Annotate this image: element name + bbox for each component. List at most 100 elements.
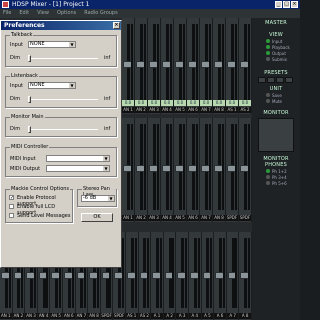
playback-channel-label: AN 7 bbox=[200, 215, 212, 221]
output-channel-label: AN 1 bbox=[0, 313, 12, 319]
slider-thumb[interactable] bbox=[28, 55, 31, 62]
input-channel-label: AN 2 bbox=[135, 107, 147, 113]
output-channel-label: AN 3 bbox=[25, 313, 37, 319]
talkback-group: Talkback Input NONE ▼ Dim inf bbox=[5, 32, 117, 67]
midi-controller-label: MIDI Controller bbox=[10, 144, 50, 150]
level-meter bbox=[157, 24, 159, 102]
output-channel-label: AN 7 bbox=[75, 313, 88, 319]
pan-law-select[interactable]: -6 dB ▼ bbox=[81, 195, 115, 202]
talkback-input-label: Input bbox=[10, 42, 23, 48]
monitor-phones-heading: MONITOR PHONES bbox=[263, 156, 289, 168]
menu-view[interactable]: View bbox=[37, 9, 49, 18]
level-meter bbox=[170, 124, 172, 210]
enable-lcd-checkbox[interactable] bbox=[9, 204, 14, 209]
app-title-bar: HDSP Mixer - [1] Project 1 _ □ × bbox=[0, 0, 300, 9]
level-meter bbox=[170, 24, 172, 102]
output-channel-strip bbox=[214, 232, 227, 320]
ok-button[interactable]: OK bbox=[81, 213, 113, 222]
output-channel-label: AN 5 bbox=[50, 313, 62, 319]
led-icon bbox=[266, 45, 270, 49]
input-channel-label: AS 2 bbox=[239, 107, 251, 113]
level-meter bbox=[222, 24, 224, 102]
output-channel-strip bbox=[176, 232, 189, 320]
midi-output-label: MIDI Output bbox=[10, 166, 41, 172]
midi-input-select[interactable]: ▼ bbox=[46, 155, 110, 162]
app-title: HDSP Mixer - [1] Project 1 bbox=[12, 1, 90, 8]
level-meter bbox=[248, 24, 250, 102]
input-gain-value: 0.0 bbox=[161, 100, 173, 106]
output-channel-strip bbox=[239, 232, 252, 320]
monitor-main-dim-label: Dim bbox=[10, 126, 21, 132]
output-channel-label: AN 8 bbox=[88, 313, 100, 319]
playback-channel-strip bbox=[187, 118, 200, 222]
slider-thumb[interactable] bbox=[28, 126, 31, 133]
mackie-control-label: Mackie Control Options bbox=[10, 186, 71, 192]
midi-output-select[interactable]: ▼ bbox=[46, 165, 110, 172]
level-meter bbox=[210, 238, 213, 308]
level-meter bbox=[144, 124, 146, 210]
level-meter bbox=[131, 24, 133, 102]
app-icon bbox=[2, 1, 9, 8]
playback-channel-label: AN 6 bbox=[187, 215, 199, 221]
playback-channel-label: AN 1 bbox=[122, 215, 134, 221]
output-channel-label: A 5 bbox=[201, 313, 214, 319]
menu-radio-groups[interactable]: Radio Groups bbox=[84, 9, 117, 18]
output-channel-label: AN 4 bbox=[37, 313, 50, 319]
monitor-controls[interactable] bbox=[258, 118, 294, 152]
menu-options[interactable]: Options bbox=[57, 9, 76, 18]
listenback-group: Listenback Input NONE ▼ Dim inf bbox=[5, 73, 117, 108]
master-heading: MASTER bbox=[265, 20, 287, 26]
send-level-checkbox[interactable] bbox=[9, 213, 14, 218]
led-icon bbox=[266, 57, 270, 61]
input-channel-label: AS 1 bbox=[226, 107, 238, 113]
playback-channel-strip bbox=[200, 118, 213, 222]
level-meter bbox=[197, 238, 200, 308]
playback-channel-strip bbox=[174, 118, 187, 222]
output-channel-strip bbox=[226, 232, 240, 320]
preset-4-button[interactable] bbox=[285, 77, 293, 83]
listenback-dim-slider[interactable] bbox=[28, 96, 98, 103]
slider-thumb[interactable] bbox=[28, 96, 31, 103]
minimize-button[interactable]: _ bbox=[275, 1, 282, 8]
playback-channel-strip bbox=[148, 118, 161, 222]
input-gain-value: 0.0 bbox=[122, 100, 134, 106]
level-meter bbox=[235, 24, 237, 102]
output-channel-strip bbox=[138, 232, 152, 320]
maximize-button[interactable]: □ bbox=[283, 1, 290, 8]
level-meter bbox=[196, 124, 198, 210]
monitor-heading: MONITOR bbox=[263, 110, 289, 116]
playback-channel-label: AN 8 bbox=[213, 215, 225, 221]
preset-1-button[interactable] bbox=[258, 77, 266, 83]
output-channel-strip bbox=[163, 232, 177, 320]
talkback-dim-slider[interactable] bbox=[28, 55, 98, 62]
enable-protocol-checkbox[interactable]: ✓ bbox=[9, 195, 14, 201]
preset-3-button[interactable] bbox=[276, 77, 284, 83]
send-level-label: Send Level Messages bbox=[17, 213, 71, 219]
input-channel-label: AN 5 bbox=[174, 107, 186, 113]
input-gain-value: 0.0 bbox=[213, 100, 225, 106]
dialog-close-button[interactable]: × bbox=[113, 22, 120, 29]
playback-channel-strip bbox=[239, 118, 252, 222]
level-meter bbox=[222, 124, 224, 210]
level-meter bbox=[183, 124, 185, 210]
level-meter bbox=[209, 124, 211, 210]
preset-2-button[interactable] bbox=[267, 77, 275, 83]
input-channel-label: AN 7 bbox=[200, 107, 212, 113]
menu-file[interactable]: File bbox=[3, 9, 11, 18]
output-channel-label: SPDF bbox=[100, 313, 113, 319]
input-gain-value: 0.0 bbox=[187, 100, 199, 106]
master-panel: MASTER VIEW Input Playback Output Submix… bbox=[252, 18, 300, 320]
monitor-main-dim-slider[interactable] bbox=[28, 126, 98, 133]
chevron-down-icon: ▼ bbox=[108, 196, 114, 201]
input-gain-value: 0.0 bbox=[148, 100, 160, 106]
talkback-dim-value: inf bbox=[104, 55, 111, 61]
input-gain-value: 0.0 bbox=[239, 100, 251, 106]
talkback-input-select[interactable]: NONE ▼ bbox=[28, 41, 76, 48]
menu-edit[interactable]: Edit bbox=[19, 9, 29, 18]
close-button[interactable]: × bbox=[291, 1, 298, 8]
output-channel-strip bbox=[151, 232, 164, 320]
listenback-input-select[interactable]: NONE ▼ bbox=[28, 82, 76, 89]
level-meter bbox=[157, 124, 159, 210]
phones-5-6[interactable]: Ph 5+6 bbox=[252, 180, 300, 186]
level-meter bbox=[134, 238, 137, 308]
